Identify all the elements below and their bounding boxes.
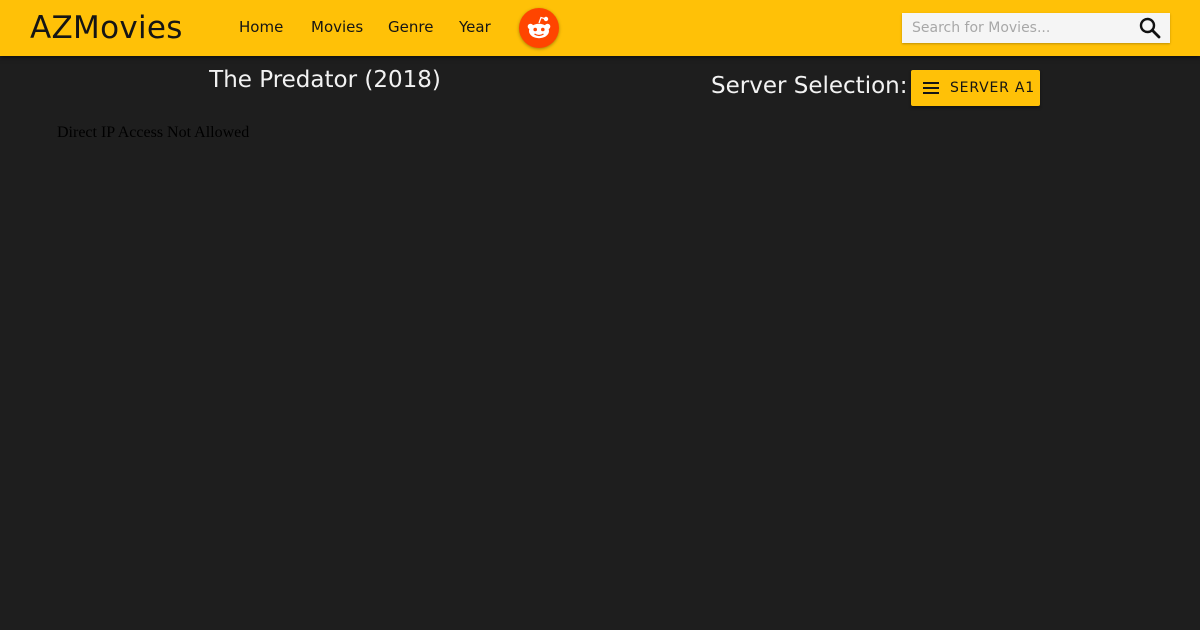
nav-genre[interactable]: Genre <box>388 17 433 37</box>
menu-icon <box>923 82 939 94</box>
nav-year[interactable]: Year <box>459 17 491 37</box>
search-icon[interactable] <box>1138 16 1162 40</box>
reddit-icon-graphic <box>527 16 551 39</box>
server-button-label: SERVER A1 <box>950 80 1035 96</box>
reddit-icon[interactable] <box>519 8 559 48</box>
server-selection-label: Server Selection: <box>711 73 908 99</box>
nav-movies[interactable]: Movies <box>311 17 363 37</box>
server-a1-button[interactable]: SERVER A1 <box>911 70 1040 106</box>
search-box <box>902 13 1170 43</box>
search-input[interactable] <box>902 13 1128 43</box>
site-logo[interactable]: AZMovies <box>30 8 183 48</box>
nav-home[interactable]: Home <box>239 17 283 37</box>
player-message: Direct IP Access Not Allowed <box>57 124 250 141</box>
top-navbar: AZMovies Home Movies Genre Year <box>0 0 1200 56</box>
page-title: The Predator (2018) <box>209 67 441 93</box>
